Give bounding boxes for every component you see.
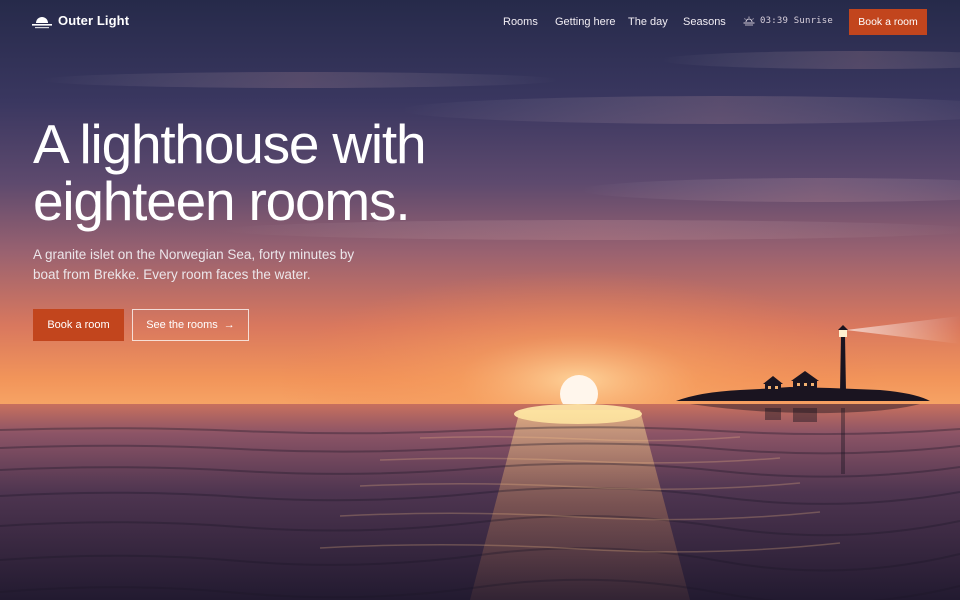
see-rooms-label: See the rooms <box>146 319 218 331</box>
hero-book-room-button[interactable]: Book a room <box>33 309 124 341</box>
nav-item-seasons[interactable]: Seasons <box>683 16 726 28</box>
sunrise-icon <box>743 16 755 26</box>
see-rooms-button[interactable]: See the rooms → <box>132 309 249 341</box>
site-header: Outer Light Rooms Getting here The day S… <box>0 0 960 44</box>
hero-title-line-2: eighteen rooms. <box>33 170 411 232</box>
nav-item-getting-here[interactable]: Getting here <box>555 16 616 28</box>
hero-subtitle: A granite islet on the Norwegian Sea, fo… <box>33 247 355 282</box>
nav-item-the-day[interactable]: The day <box>628 16 668 28</box>
hero-title: A lighthouse with eighteen rooms. <box>33 116 553 230</box>
sunrise-time: 03:39 Sunrise <box>760 16 834 26</box>
sun-over-horizon-icon[interactable] <box>32 15 52 29</box>
nav-item-rooms[interactable]: Rooms <box>503 16 538 28</box>
brand-name[interactable]: Outer Light <box>58 13 129 28</box>
header-book-room-button[interactable]: Book a room <box>849 9 927 35</box>
arrow-right-icon: → <box>223 319 235 331</box>
hero-background-scene <box>0 0 960 600</box>
hero-title-line-1: A lighthouse with <box>33 113 427 175</box>
